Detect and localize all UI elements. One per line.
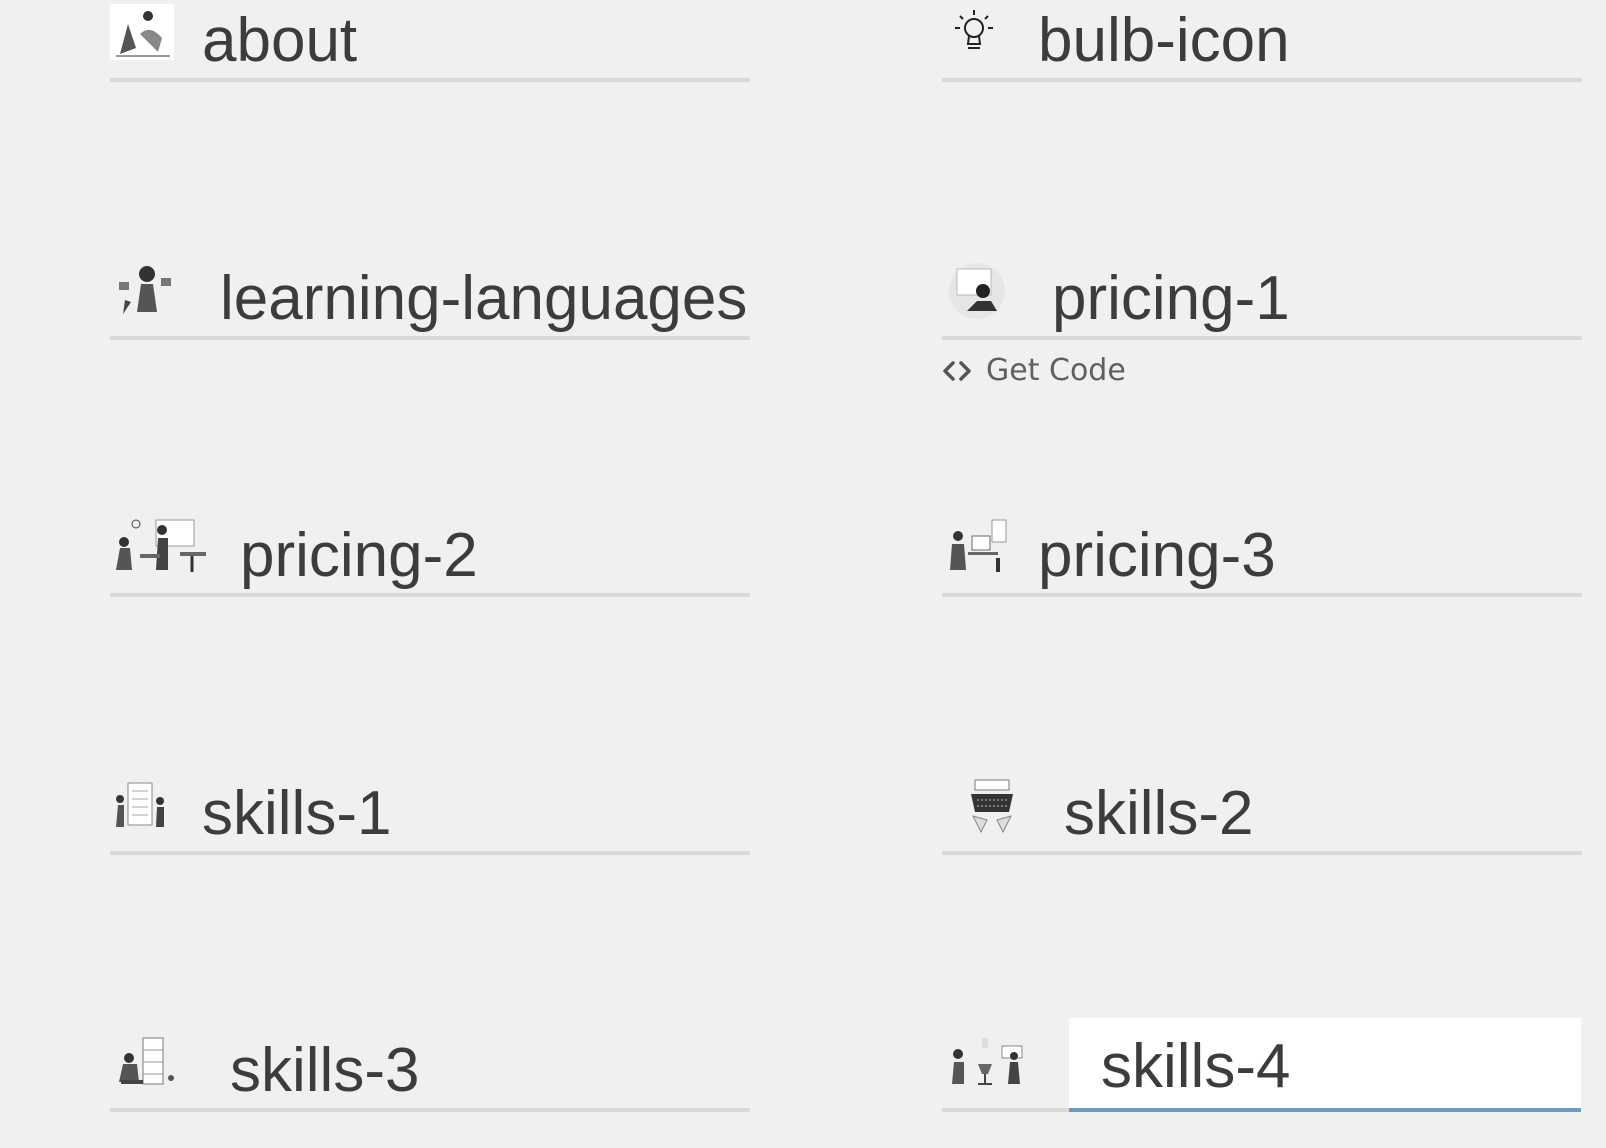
asset-item-bulb-icon[interactable]: bulb-icon — [942, 2, 1582, 82]
get-code-link[interactable]: Get Code — [942, 353, 1126, 388]
people-illustration-icon — [110, 1032, 186, 1092]
asset-label: bulb-icon — [1038, 6, 1290, 75]
get-code-label: Get Code — [986, 353, 1126, 388]
people-illustration-icon — [110, 775, 170, 835]
asset-label: skills-2 — [1064, 779, 1254, 848]
typewriter-illustration-icon — [942, 775, 1042, 835]
asset-label: about — [202, 6, 358, 75]
asset-item-skills-2[interactable]: skills-2 — [942, 775, 1582, 855]
asset-item-skills-4[interactable] — [942, 1032, 1072, 1112]
rename-input-value[interactable]: skills-4 — [1069, 1036, 1290, 1098]
asset-item-pricing-1[interactable]: pricing-1 — [942, 260, 1582, 340]
people-illustration-icon — [942, 517, 1012, 577]
code-brackets-icon — [942, 359, 972, 383]
asset-item-about[interactable]: about — [110, 2, 750, 82]
asset-label: pricing-3 — [1038, 521, 1276, 590]
asset-item-skills-3[interactable]: skills-3 — [110, 1032, 750, 1112]
people-illustration-icon — [942, 1032, 1032, 1092]
asset-label: skills-1 — [202, 779, 392, 848]
asset-item-skills-1[interactable]: skills-1 — [110, 775, 750, 855]
asset-item-pricing-3[interactable]: pricing-3 — [942, 517, 1582, 597]
asset-item-pricing-2[interactable]: pricing-2 — [110, 517, 750, 597]
people-illustration-icon — [110, 260, 180, 320]
people-illustration-icon — [110, 2, 174, 62]
people-illustration-icon — [110, 517, 210, 577]
lightbulb-icon — [942, 2, 1006, 62]
asset-label: skills-3 — [230, 1036, 420, 1105]
asset-label: pricing-1 — [1052, 264, 1290, 333]
asset-grid: about bulb-icon learning-languages prici… — [0, 0, 1606, 1148]
asset-item-learning-languages[interactable]: learning-languages — [110, 260, 750, 340]
asset-label: pricing-2 — [240, 521, 478, 590]
people-illustration-icon — [942, 260, 1012, 320]
asset-label: learning-languages — [220, 264, 748, 333]
rename-field-skills-4[interactable]: skills-4 — [1069, 1018, 1581, 1112]
